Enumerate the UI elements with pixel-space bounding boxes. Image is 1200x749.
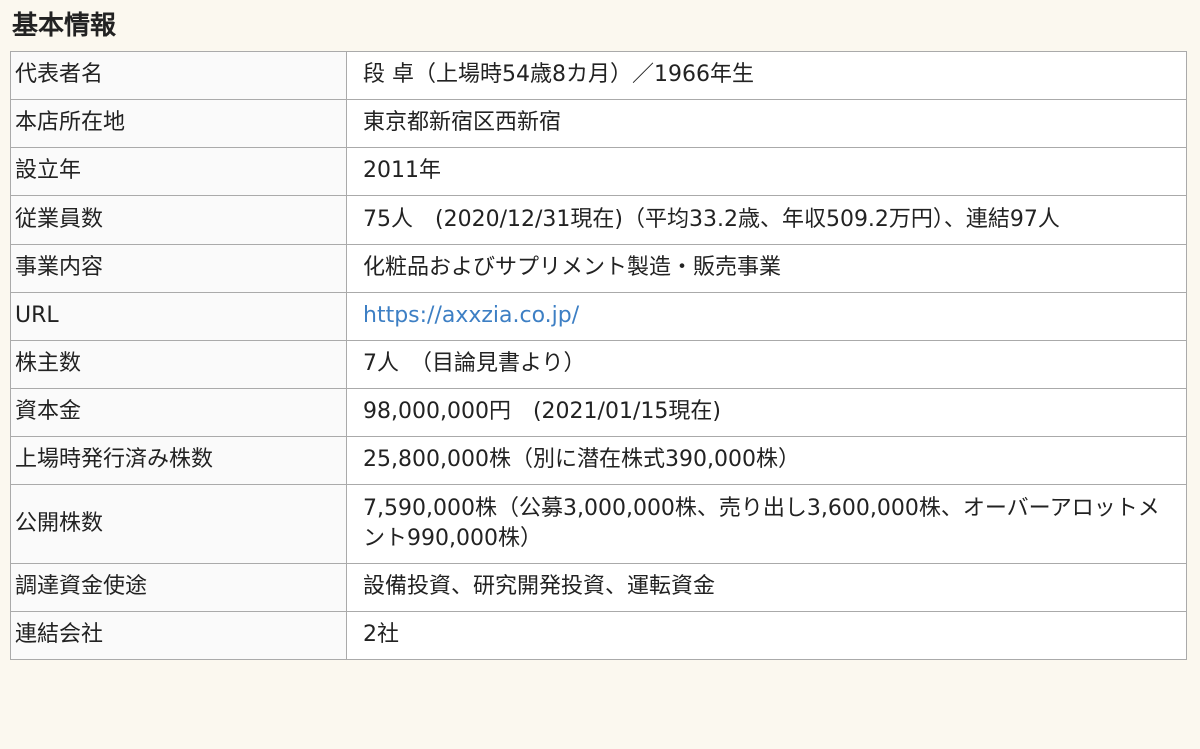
table-row: 調達資金使途 設備投資、研究開発投資、運転資金 [10, 563, 1187, 612]
row-label-representative: 代表者名 [10, 51, 347, 100]
row-label-employees: 従業員数 [10, 195, 347, 245]
table-row: 連結会社 2社 [10, 611, 1187, 660]
row-value-capital: 98,000,000円 (2021/01/15現在) [346, 388, 1187, 437]
row-label-founded: 設立年 [10, 147, 347, 196]
table-row: 上場時発行済み株数 25,800,000株（別に潜在株式390,000株） [10, 436, 1187, 485]
row-label-shareholders: 株主数 [10, 340, 347, 389]
table-row: 設立年 2011年 [10, 147, 1187, 196]
table-row: URL https://axxzia.co.jp/ [10, 292, 1187, 341]
row-value-business: 化粧品およびサプリメント製造・販売事業 [346, 244, 1187, 293]
table-row: 株主数 7人 （目論見書より） [10, 340, 1187, 389]
table-row: 公開株数 7,590,000株（公募3,000,000株、売り出し3,600,0… [10, 484, 1187, 564]
section-title: 基本情報 [12, 11, 117, 41]
row-label-capital: 資本金 [10, 388, 347, 437]
basic-info-table: 代表者名 段 卓（上場時54歳8カ月）／1966年生 本店所在地 東京都新宿区西… [10, 51, 1187, 660]
table-row: 代表者名 段 卓（上場時54歳8カ月）／1966年生 [10, 51, 1187, 100]
table-row: 本店所在地 東京都新宿区西新宿 [10, 99, 1187, 148]
row-value-url: https://axxzia.co.jp/ [346, 292, 1187, 341]
row-label-public-shares: 公開株数 [10, 484, 347, 564]
row-value-representative: 段 卓（上場時54歳8カ月）／1966年生 [346, 51, 1187, 100]
row-value-subsidiaries: 2社 [346, 611, 1187, 660]
row-value-fund-use: 設備投資、研究開発投資、運転資金 [346, 563, 1187, 612]
company-url-link[interactable]: https://axxzia.co.jp/ [363, 303, 579, 328]
row-label-fund-use: 調達資金使途 [10, 563, 347, 612]
row-value-shareholders: 7人 （目論見書より） [346, 340, 1187, 389]
row-label-subsidiaries: 連結会社 [10, 611, 347, 660]
row-value-issued-shares: 25,800,000株（別に潜在株式390,000株） [346, 436, 1187, 485]
table-row: 資本金 98,000,000円 (2021/01/15現在) [10, 388, 1187, 437]
row-value-head-office: 東京都新宿区西新宿 [346, 99, 1187, 148]
row-label-business: 事業内容 [10, 244, 347, 293]
table-row: 事業内容 化粧品およびサプリメント製造・販売事業 [10, 244, 1187, 293]
row-label-issued-shares: 上場時発行済み株数 [10, 436, 347, 485]
row-label-head-office: 本店所在地 [10, 99, 347, 148]
row-value-public-shares: 7,590,000株（公募3,000,000株、売り出し3,600,000株、オ… [346, 484, 1187, 564]
row-value-employees: 75人 (2020/12/31現在)（平均33.2歳、年収509.2万円）、連結… [346, 195, 1187, 245]
row-value-founded: 2011年 [346, 147, 1187, 196]
row-label-url: URL [10, 292, 347, 341]
table-row: 従業員数 75人 (2020/12/31現在)（平均33.2歳、年収509.2万… [10, 195, 1187, 245]
